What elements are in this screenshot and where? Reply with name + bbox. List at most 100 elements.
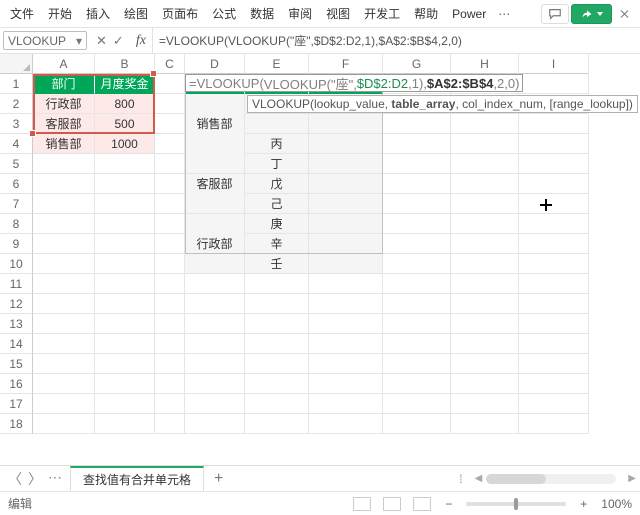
rowhdr-11[interactable]: 11 — [0, 274, 33, 294]
view-normal[interactable] — [353, 497, 371, 511]
cell-E10[interactable]: 壬 — [245, 254, 309, 274]
cell-G10[interactable] — [383, 254, 451, 274]
cell-G6[interactable] — [383, 174, 451, 194]
cell-G15[interactable] — [383, 354, 451, 374]
colhdr-B[interactable]: B — [95, 54, 155, 74]
cell-B1[interactable]: 月度奖金 — [95, 74, 155, 94]
cell-B7[interactable] — [95, 194, 155, 214]
cell-D16[interactable] — [185, 374, 245, 394]
cell-E17[interactable] — [245, 394, 309, 414]
cell-B10[interactable] — [95, 254, 155, 274]
cell-G12[interactable] — [383, 294, 451, 314]
hscroll-right[interactable]: ▶ — [624, 473, 640, 484]
cell-B16[interactable] — [95, 374, 155, 394]
rowhdr-7[interactable]: 7 — [0, 194, 33, 214]
cell-A6[interactable] — [33, 174, 95, 194]
colhdr-C[interactable]: C — [155, 54, 185, 74]
cell-B18[interactable] — [95, 414, 155, 434]
cell-F16[interactable] — [309, 374, 383, 394]
cell-H7[interactable] — [451, 194, 519, 214]
cell-G16[interactable] — [383, 374, 451, 394]
cell-B2[interactable]: 800 — [95, 94, 155, 114]
cell-C16[interactable] — [155, 374, 185, 394]
menu-help[interactable]: 帮助 — [408, 1, 444, 26]
cell-F15[interactable] — [309, 354, 383, 374]
close-button[interactable] — [614, 4, 636, 24]
cell-A17[interactable] — [33, 394, 95, 414]
cell-D15[interactable] — [185, 354, 245, 374]
cell-I13[interactable] — [519, 314, 589, 334]
cell-E13[interactable] — [245, 314, 309, 334]
cell-E3[interactable] — [245, 114, 309, 134]
cell-H8[interactable] — [451, 214, 519, 234]
cell-G8[interactable] — [383, 214, 451, 234]
menu-layout[interactable]: 页面布 — [156, 1, 204, 26]
cell-C12[interactable] — [155, 294, 185, 314]
colhdr-A[interactable]: A — [33, 54, 95, 74]
menu-review[interactable]: 审阅 — [282, 1, 318, 26]
cell-C1[interactable] — [155, 74, 185, 94]
selection-handle-bl[interactable] — [29, 130, 36, 137]
cell-I17[interactable] — [519, 394, 589, 414]
cell-D18[interactable] — [185, 414, 245, 434]
cell-H15[interactable] — [451, 354, 519, 374]
cell-I14[interactable] — [519, 334, 589, 354]
cell-D7[interactable] — [185, 194, 245, 214]
cell-C3[interactable] — [155, 114, 185, 134]
cell-E5[interactable]: 丁 — [245, 154, 309, 174]
rowhdr-6[interactable]: 6 — [0, 174, 33, 194]
cell-editor[interactable]: =VLOOKUP(VLOOKUP("座",$D$2:D2,1),$A$2:$B$… — [185, 74, 523, 92]
cell-E6[interactable]: 戊 — [245, 174, 309, 194]
menu-formula[interactable]: 公式 — [206, 1, 242, 26]
cell-F5[interactable] — [309, 154, 383, 174]
share-button[interactable] — [571, 4, 612, 24]
zoom-in[interactable]: + — [576, 497, 591, 511]
zoom-slider[interactable] — [466, 502, 566, 506]
menu-overflow[interactable]: ⋯ — [494, 7, 514, 21]
cell-B9[interactable] — [95, 234, 155, 254]
cell-E15[interactable] — [245, 354, 309, 374]
cell-H18[interactable] — [451, 414, 519, 434]
cell-I6[interactable] — [519, 174, 589, 194]
cell-H9[interactable] — [451, 234, 519, 254]
colhdr-H[interactable]: H — [451, 54, 519, 74]
rowhdr-14[interactable]: 14 — [0, 334, 33, 354]
cell-A3[interactable]: 客服部 — [33, 114, 95, 134]
cell-C14[interactable] — [155, 334, 185, 354]
menu-view[interactable]: 视图 — [320, 1, 356, 26]
cell-H17[interactable] — [451, 394, 519, 414]
cell-D13[interactable] — [185, 314, 245, 334]
cell-F4[interactable] — [309, 134, 383, 154]
cell-F18[interactable] — [309, 414, 383, 434]
cell-C2[interactable] — [155, 94, 185, 114]
menu-insert[interactable]: 插入 — [80, 1, 116, 26]
cell-B3[interactable]: 500 — [95, 114, 155, 134]
cell-F17[interactable] — [309, 394, 383, 414]
cell-H11[interactable] — [451, 274, 519, 294]
cell-B8[interactable] — [95, 214, 155, 234]
select-all-corner[interactable] — [0, 54, 33, 74]
accept-formula-icon[interactable]: ✓ — [113, 31, 124, 51]
rowhdr-2[interactable]: 2 — [0, 94, 33, 114]
cell-H6[interactable] — [451, 174, 519, 194]
cell-A8[interactable] — [33, 214, 95, 234]
cell-B15[interactable] — [95, 354, 155, 374]
cell-D10[interactable] — [185, 254, 245, 274]
cell-C7[interactable] — [155, 194, 185, 214]
cell-A15[interactable] — [33, 354, 95, 374]
cell-D3[interactable]: 销售部 — [185, 114, 245, 134]
cell-B4[interactable]: 1000 — [95, 134, 155, 154]
cell-A14[interactable] — [33, 334, 95, 354]
cell-H5[interactable] — [451, 154, 519, 174]
view-pagebreak[interactable] — [413, 497, 431, 511]
colhdr-G[interactable]: G — [383, 54, 451, 74]
hscrollbar[interactable] — [486, 474, 616, 484]
cell-B6[interactable] — [95, 174, 155, 194]
cell-I3[interactable] — [519, 114, 589, 134]
cell-G11[interactable] — [383, 274, 451, 294]
cell-A16[interactable] — [33, 374, 95, 394]
cell-A11[interactable] — [33, 274, 95, 294]
cell-H3[interactable] — [451, 114, 519, 134]
cell-E8[interactable]: 庚 — [245, 214, 309, 234]
cancel-formula-icon[interactable]: ✕ — [96, 31, 107, 51]
